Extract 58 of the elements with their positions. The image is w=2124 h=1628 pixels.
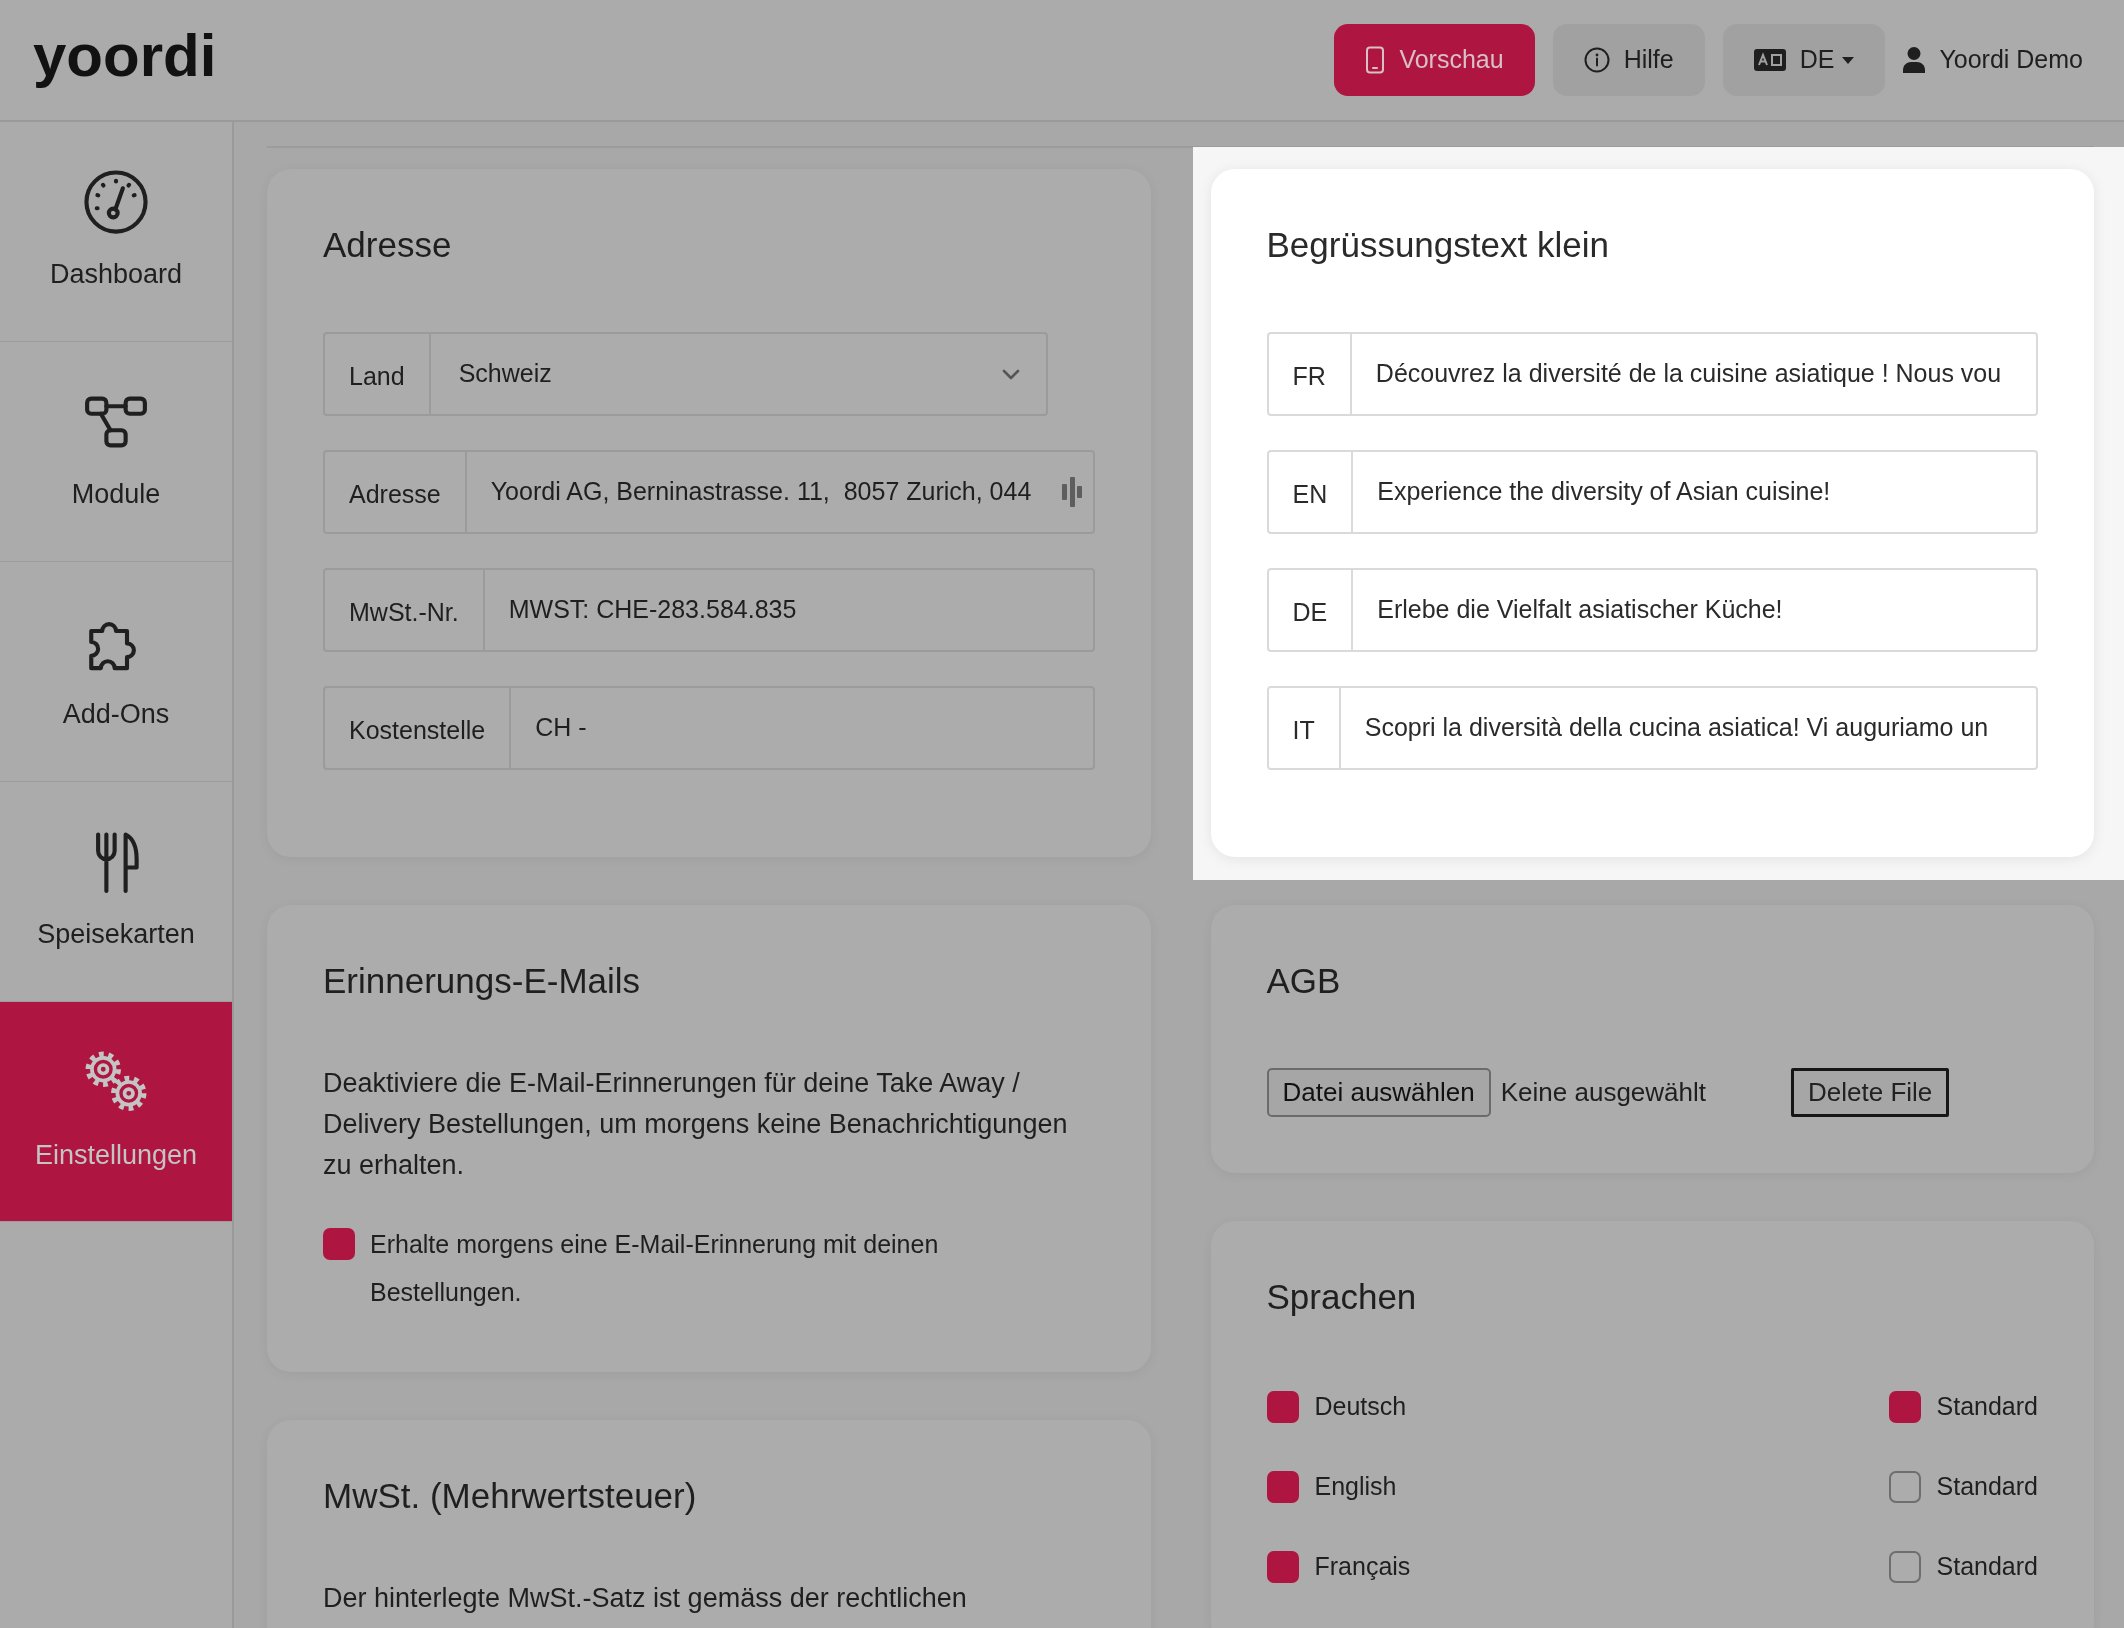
- language-label: Français: [1314, 1551, 1411, 1583]
- field-label: MwSt.-Nr.: [323, 568, 485, 652]
- language-label: Deutsch: [1314, 1391, 1407, 1423]
- choose-file-button[interactable]: Datei auswählen: [1266, 1068, 1491, 1117]
- select-field[interactable]: Schweiz: [430, 332, 1048, 416]
- field-label: Kostenstelle: [323, 686, 512, 770]
- text-field[interactable]: Yoordi AG, Berninastrasse. 11, 8057 Zurich, 044: [466, 450, 1095, 534]
- language-label: English: [1314, 1471, 1397, 1503]
- caret-icon: [1842, 56, 1855, 64]
- field-label: IT: [1266, 686, 1341, 770]
- field-label: Adresse: [323, 450, 467, 534]
- text-field[interactable]: Scopri la diversità della cucina asiatica! Vi auguriamo un: [1340, 686, 2038, 770]
- checkbox-label: Erhalte morgens eine E-Mail-Erinnerung mit deinen Bestellungen.: [370, 1229, 940, 1308]
- description-text: Der hinterlegte MwSt.-Satz ist gemäss der rechtlichen: [323, 1582, 968, 1615]
- checkbox[interactable]: [1888, 1471, 1921, 1503]
- bars-icon: [1060, 476, 1083, 508]
- checkbox[interactable]: [1266, 1551, 1299, 1583]
- help-button[interactable]: Hilfe: [1552, 24, 1705, 96]
- language-dropdown[interactable]: DE: [1722, 24, 1886, 96]
- checkbox[interactable]: [323, 1228, 355, 1260]
- checkbox[interactable]: [1888, 1391, 1921, 1423]
- user-menu[interactable]: Yoordi Demo: [1903, 24, 2083, 96]
- phone-icon: [1365, 46, 1386, 74]
- panel-title: AGB: [1266, 961, 1342, 1001]
- default-label: Standard: [1936, 1551, 2038, 1583]
- delete-file-button[interactable]: Delete File: [1791, 1068, 1950, 1117]
- gauge-icon: [83, 168, 149, 235]
- preview-button[interactable]: Vorschau: [1334, 24, 1535, 96]
- checkbox[interactable]: [1266, 1471, 1299, 1503]
- text-field[interactable]: MWST: CHE-283.584.835: [484, 568, 1095, 652]
- language-icon: [1753, 49, 1786, 71]
- panel-title: Erinnerungs-E-Mails: [323, 961, 642, 1001]
- info-icon: [1583, 47, 1610, 73]
- checkbox[interactable]: [1266, 1391, 1299, 1423]
- panel-title: Adresse: [323, 225, 453, 265]
- field-label: Land: [323, 332, 431, 416]
- field-label: DE: [1266, 568, 1354, 652]
- checkbox[interactable]: [1888, 1551, 1921, 1583]
- chevron-down-icon: [1001, 368, 1020, 380]
- file-status-text: Keine ausgewählt: [1500, 1076, 1706, 1109]
- field-label: EN: [1266, 450, 1354, 534]
- text-field[interactable]: Erlebe die Vielfalt asiatischer Küche!: [1353, 568, 2038, 652]
- field-label: FR: [1266, 332, 1352, 416]
- default-label: Standard: [1936, 1391, 2038, 1423]
- logo[interactable]: yoordi: [33, 26, 217, 94]
- text-field[interactable]: Experience the diversity of Asian cuisine!: [1353, 450, 2038, 534]
- sidebar-item[interactable]: Add-Ons: [0, 562, 232, 782]
- panel-title: MwSt. (Mehrwertsteuer): [323, 1476, 698, 1516]
- panel-title: Sprachen: [1266, 1277, 1418, 1317]
- user-icon: [1903, 47, 1926, 73]
- sidebar-item[interactable]: Einstellungen: [0, 1002, 232, 1222]
- panel-title: Begrüssungstext klein: [1266, 225, 1610, 265]
- default-label: Standard: [1936, 1471, 2038, 1503]
- sidebar-item[interactable]: Dashboard: [0, 122, 232, 342]
- sidebar-item[interactable]: Module: [0, 342, 232, 562]
- text-field[interactable]: Découvrez la diversité de la cuisine asiatique ! Nous vou: [1351, 332, 2038, 416]
- text-field[interactable]: CH -: [511, 686, 1095, 770]
- description-text: Deaktiviere die E-Mail-Erinnerungen für deine Take Away / Delivery Bestellungen, um morgens keine Benachrichtigungen zu erhalten.: [323, 1067, 1069, 1182]
